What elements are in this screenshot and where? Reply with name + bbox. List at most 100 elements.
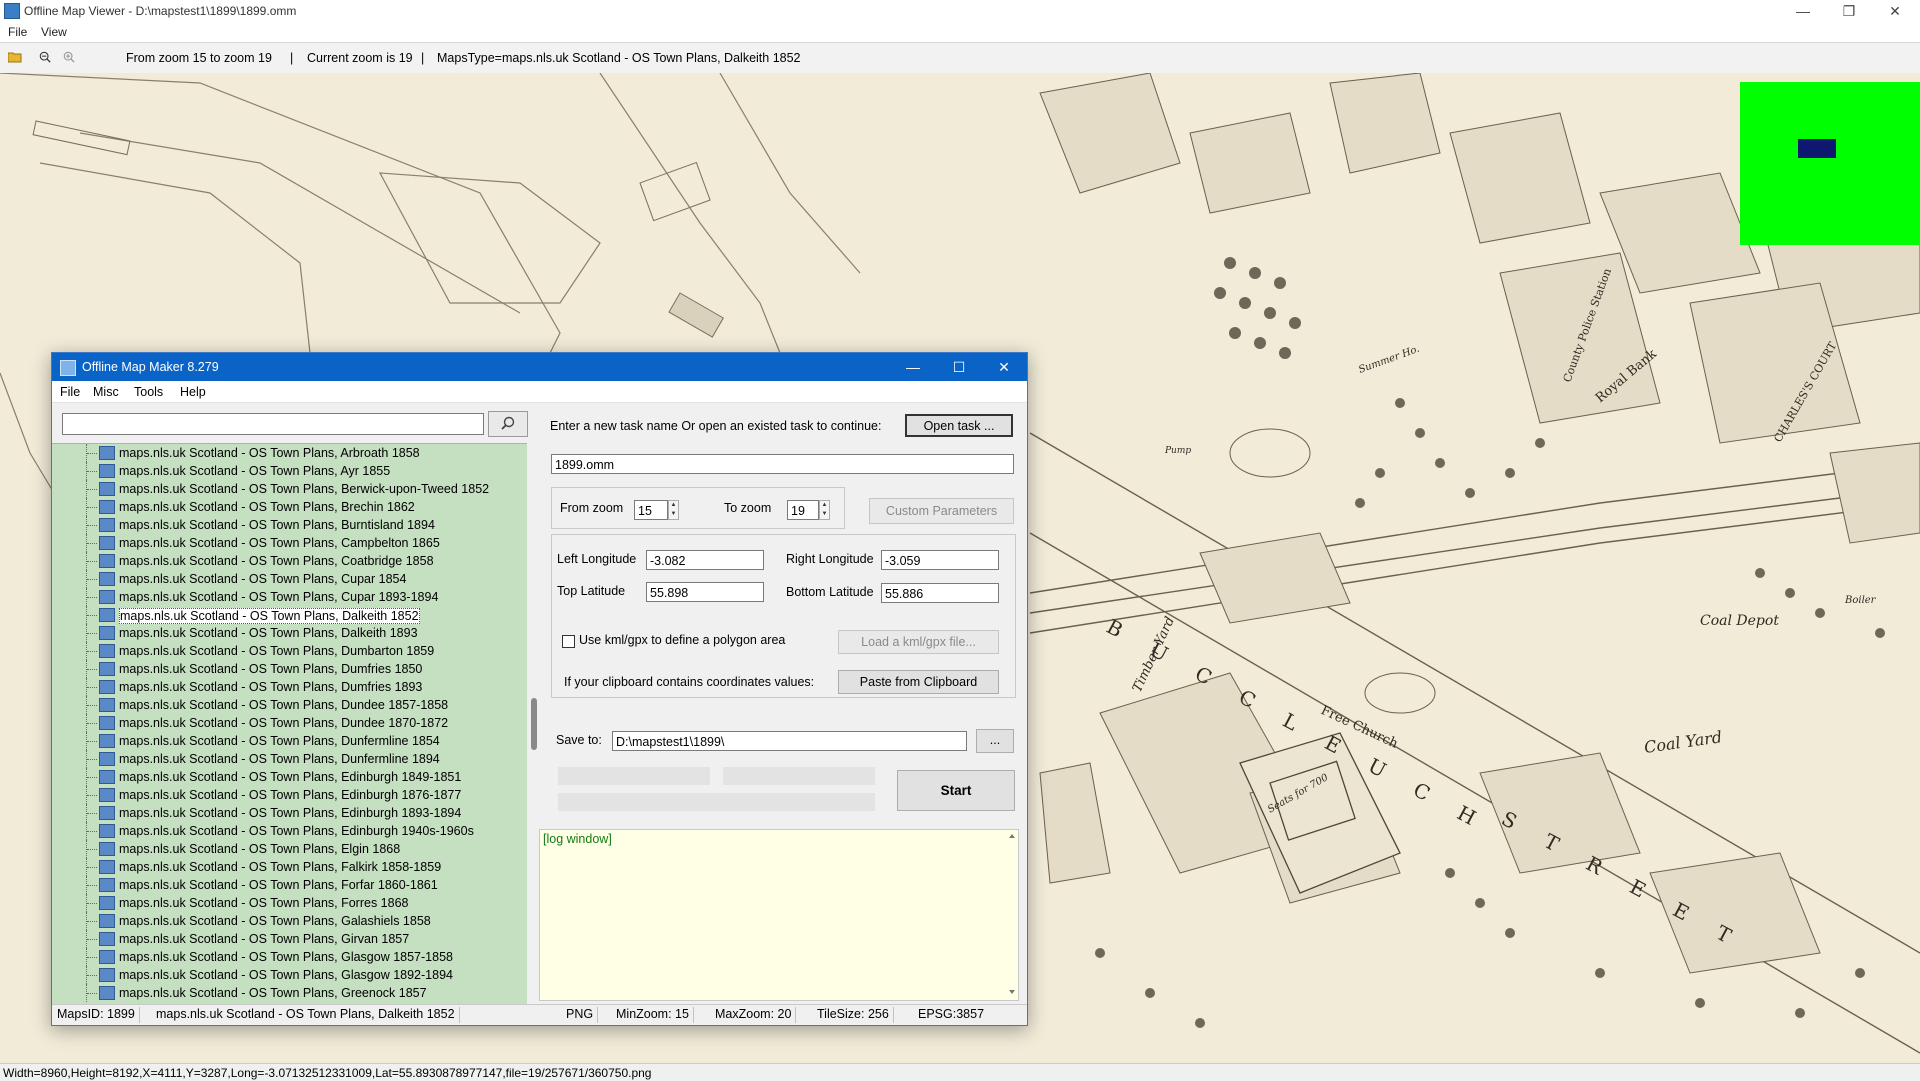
search-button[interactable] xyxy=(488,411,528,437)
tree-item[interactable]: maps.nls.uk Scotland - OS Town Plans, Da… xyxy=(52,606,512,624)
search-input[interactable] xyxy=(62,413,484,435)
tree-connector xyxy=(87,939,97,940)
current-zoom-text: Current zoom is 19 xyxy=(307,51,413,65)
tree-item-label: maps.nls.uk Scotland - OS Town Plans, Co… xyxy=(119,554,434,568)
tree-item[interactable]: maps.nls.uk Scotland - OS Town Plans, Cu… xyxy=(52,570,512,588)
tree-item[interactable]: maps.nls.uk Scotland - OS Town Plans, Ay… xyxy=(52,462,512,480)
zoom-in-icon[interactable] xyxy=(62,51,76,63)
tree-item[interactable]: maps.nls.uk Scotland - OS Town Plans, El… xyxy=(52,840,512,858)
dialog-maximize-button[interactable]: ☐ xyxy=(936,353,982,381)
dialog-close-button[interactable]: ✕ xyxy=(981,353,1027,381)
tree-item[interactable]: maps.nls.uk Scotland - OS Town Plans, Ar… xyxy=(52,444,512,462)
tree-item[interactable]: maps.nls.uk Scotland - OS Town Plans, Ed… xyxy=(52,822,512,840)
open-task-button[interactable]: Open task ... xyxy=(905,414,1013,437)
map-layer-icon xyxy=(99,698,115,712)
dialog-menu-help[interactable]: Help xyxy=(180,385,206,399)
load-kml-button[interactable]: Load a kml/gpx file... xyxy=(838,630,999,654)
map-label-boiler: Boiler xyxy=(1844,595,1877,606)
tree-item[interactable]: maps.nls.uk Scotland - OS Town Plans, Br… xyxy=(52,498,512,516)
open-folder-icon[interactable] xyxy=(8,51,22,63)
tree-item[interactable]: maps.nls.uk Scotland - OS Town Plans, Ca… xyxy=(52,534,512,552)
right-longitude-input[interactable]: -3.059 xyxy=(881,550,999,570)
tree-item[interactable]: maps.nls.uk Scotland - OS Town Plans, Du… xyxy=(52,696,512,714)
log-scrollbar[interactable] xyxy=(1007,830,1017,998)
tree-connector xyxy=(87,687,97,688)
restore-button[interactable]: ❐ xyxy=(1826,0,1872,22)
tree-item[interactable]: maps.nls.uk Scotland - OS Town Plans, Fa… xyxy=(52,858,512,876)
map-layer-icon xyxy=(99,878,115,892)
task-name-input[interactable]: 1899.omm xyxy=(551,454,1014,474)
tree-item[interactable]: maps.nls.uk Scotland - OS Town Plans, Du… xyxy=(52,714,512,732)
start-button[interactable]: Start xyxy=(897,770,1015,811)
tree-connector xyxy=(87,651,97,652)
map-layer-icon xyxy=(99,608,115,622)
tree-item[interactable]: maps.nls.uk Scotland - OS Town Plans, Fo… xyxy=(52,876,512,894)
status-max-zoom: MaxZoom: 20 xyxy=(715,1007,797,1023)
custom-parameters-button[interactable]: Custom Parameters xyxy=(869,498,1014,524)
menu-view[interactable]: View xyxy=(41,25,67,39)
scroll-down-icon[interactable] xyxy=(1009,990,1015,994)
tree-item[interactable]: maps.nls.uk Scotland - OS Town Plans, Ed… xyxy=(52,786,512,804)
map-layer-icon xyxy=(99,518,115,532)
log-window[interactable]: [log window] xyxy=(539,829,1019,1001)
tree-item[interactable]: maps.nls.uk Scotland - OS Town Plans, Ga… xyxy=(52,912,512,930)
dialog-menu-misc[interactable]: Misc xyxy=(93,385,119,399)
tree-item[interactable]: maps.nls.uk Scotland - OS Town Plans, Gi… xyxy=(52,930,512,948)
maps-tree[interactable]: maps.nls.uk Scotland - OS Town Plans, Ar… xyxy=(52,443,527,1006)
tree-item[interactable]: maps.nls.uk Scotland - OS Town Plans, Gl… xyxy=(52,948,512,966)
tree-connector xyxy=(87,543,97,544)
right-longitude-label: Right Longitude xyxy=(786,552,874,566)
menu-file[interactable]: File xyxy=(8,25,27,39)
from-zoom-input[interactable]: 15 xyxy=(634,500,668,520)
paste-from-clipboard-button[interactable]: Paste from Clipboard xyxy=(838,670,999,694)
zoom-out-icon[interactable] xyxy=(38,51,52,63)
tree-item[interactable]: maps.nls.uk Scotland - OS Town Plans, Du… xyxy=(52,642,512,660)
tree-item[interactable]: maps.nls.uk Scotland - OS Town Plans, Du… xyxy=(52,660,512,678)
tree-item[interactable]: maps.nls.uk Scotland - OS Town Plans, Gr… xyxy=(52,984,512,1002)
map-layer-icon xyxy=(99,968,115,982)
dialog-title-bar[interactable]: Offline Map Maker 8.279 — ☐ ✕ xyxy=(52,353,1027,381)
left-longitude-input[interactable]: -3.082 xyxy=(646,550,764,570)
tree-item[interactable]: maps.nls.uk Scotland - OS Town Plans, Gl… xyxy=(52,966,512,984)
tree-item[interactable]: maps.nls.uk Scotland - OS Town Plans, Cu… xyxy=(52,588,512,606)
top-latitude-input[interactable]: 55.898 xyxy=(646,582,764,602)
tree-item[interactable]: maps.nls.uk Scotland - OS Town Plans, Du… xyxy=(52,678,512,696)
to-zoom-input[interactable]: 19 xyxy=(787,500,819,520)
dialog-minimize-button[interactable]: — xyxy=(890,353,936,381)
tree-item[interactable]: maps.nls.uk Scotland - OS Town Plans, Be… xyxy=(52,480,512,498)
minimap-viewport[interactable] xyxy=(1798,139,1836,158)
to-zoom-stepper[interactable]: ▲ ▼ xyxy=(819,500,830,520)
tree-item[interactable]: maps.nls.uk Scotland - OS Town Plans, Du… xyxy=(52,750,512,768)
map-layer-icon xyxy=(99,536,115,550)
map-layer-icon xyxy=(99,914,115,928)
minimap[interactable] xyxy=(1740,82,1920,245)
progress-bar-2 xyxy=(723,767,875,785)
tree-item[interactable]: maps.nls.uk Scotland - OS Town Plans, Co… xyxy=(52,552,512,570)
bottom-latitude-input[interactable]: 55.886 xyxy=(881,583,999,603)
tree-scrollbar-thumb[interactable] xyxy=(531,698,537,750)
dialog-menu-file[interactable]: File xyxy=(60,385,80,399)
tree-item[interactable]: maps.nls.uk Scotland - OS Town Plans, Ed… xyxy=(52,804,512,822)
minimize-button[interactable]: — xyxy=(1780,0,1826,22)
tree-item-label: maps.nls.uk Scotland - OS Town Plans, Ga… xyxy=(119,914,431,928)
from-zoom-label: From zoom xyxy=(560,501,624,515)
from-zoom-stepper[interactable]: ▲ ▼ xyxy=(668,500,679,520)
tree-item[interactable]: maps.nls.uk Scotland - OS Town Plans, Da… xyxy=(52,624,512,642)
tree-connector xyxy=(87,561,97,562)
kml-checkbox[interactable] xyxy=(562,635,575,648)
close-button[interactable]: ✕ xyxy=(1872,0,1918,22)
save-to-input[interactable]: D:\mapstest1\1899\ xyxy=(612,731,967,751)
tree-item-label: maps.nls.uk Scotland - OS Town Plans, Ed… xyxy=(119,824,474,838)
scroll-up-icon[interactable] xyxy=(1009,834,1015,838)
tree-connector xyxy=(87,885,97,886)
tree-item[interactable]: maps.nls.uk Scotland - OS Town Plans, Bu… xyxy=(52,516,512,534)
tree-item[interactable]: maps.nls.uk Scotland - OS Town Plans, Du… xyxy=(52,732,512,750)
dialog-menu-tools[interactable]: Tools xyxy=(134,385,163,399)
map-layer-icon xyxy=(99,986,115,1000)
tree-item-label: maps.nls.uk Scotland - OS Town Plans, Bu… xyxy=(119,518,435,532)
browse-button[interactable]: ... xyxy=(976,729,1014,753)
tree-item-label: maps.nls.uk Scotland - OS Town Plans, Ca… xyxy=(119,536,440,550)
tree-item[interactable]: maps.nls.uk Scotland - OS Town Plans, Fo… xyxy=(52,894,512,912)
map-layer-icon xyxy=(99,860,115,874)
tree-item[interactable]: maps.nls.uk Scotland - OS Town Plans, Ed… xyxy=(52,768,512,786)
